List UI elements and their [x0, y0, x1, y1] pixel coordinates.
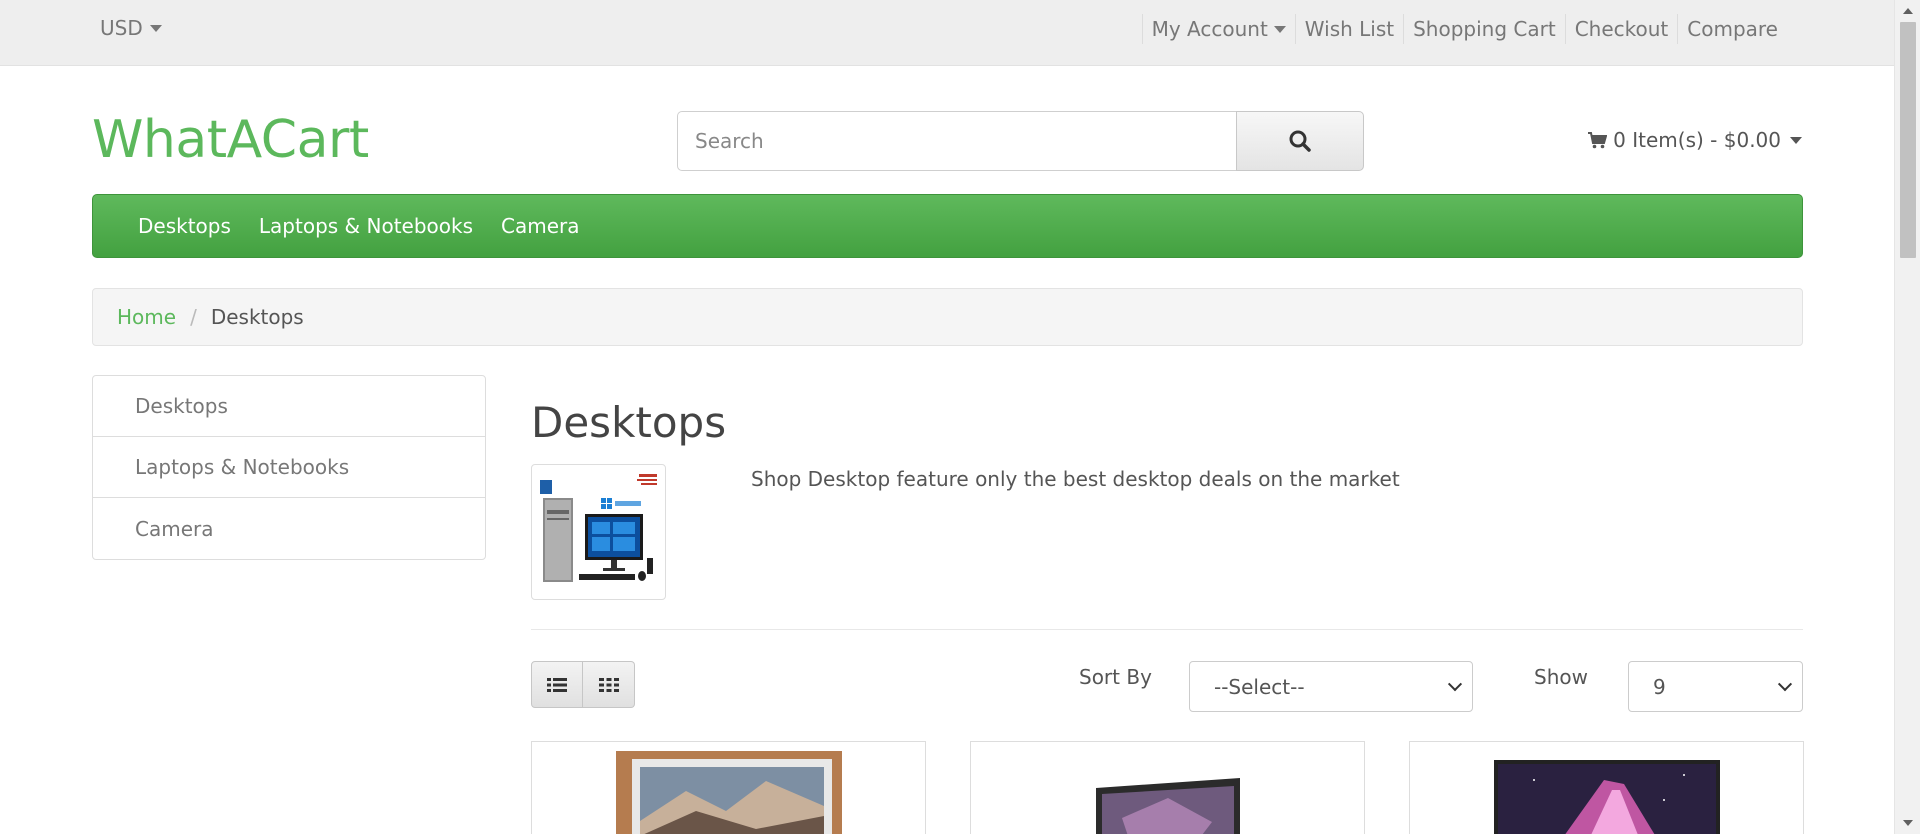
- show-label: Show: [1534, 665, 1588, 689]
- product-image: [615, 751, 842, 834]
- page-scrollbar[interactable]: [1894, 0, 1920, 834]
- menu-item-laptops-notebooks[interactable]: Laptops & Notebooks: [245, 204, 487, 248]
- cart-summary-label: 0 Item(s) - $0.00: [1613, 128, 1781, 152]
- menu-item-desktops[interactable]: Desktops: [124, 204, 245, 248]
- scroll-down-icon[interactable]: [1903, 820, 1913, 826]
- breadcrumb-home-link[interactable]: Home: [117, 305, 176, 329]
- product-card[interactable]: [531, 741, 926, 834]
- my-account-dropdown[interactable]: My Account: [1141, 14, 1295, 44]
- list-view-icon: [547, 677, 567, 692]
- show-limit-select[interactable]: 9: [1628, 661, 1803, 712]
- breadcrumb-separator: /: [190, 305, 197, 329]
- product-card[interactable]: [1409, 741, 1804, 834]
- sort-by-label: Sort By: [1079, 665, 1152, 689]
- page-title: Desktops: [531, 398, 727, 447]
- category-sidebar: Desktops Laptops & Notebooks Camera: [92, 375, 486, 560]
- desktop-bundle-image: [537, 470, 660, 594]
- sidebar-item-laptops-notebooks[interactable]: Laptops & Notebooks: [93, 437, 485, 498]
- product-image: [1095, 778, 1240, 834]
- scroll-thumb[interactable]: [1900, 22, 1916, 258]
- grid-view-icon: [598, 677, 619, 692]
- sidebar-item-desktops[interactable]: Desktops: [93, 376, 485, 437]
- site-logo[interactable]: WhatACart: [92, 110, 369, 170]
- menu-item-camera[interactable]: Camera: [487, 204, 594, 248]
- category-thumbnail[interactable]: [531, 464, 666, 600]
- caret-down-icon: [1790, 136, 1802, 144]
- cart-summary-button[interactable]: 0 Item(s) - $0.00: [1588, 128, 1802, 152]
- sort-by-select[interactable]: --Select--: [1189, 661, 1473, 712]
- search-bar: [677, 111, 1364, 171]
- sort-by-value: --Select--: [1214, 674, 1305, 699]
- breadcrumb-current[interactable]: Desktops: [211, 305, 304, 329]
- shopping-cart-link[interactable]: Shopping Cart: [1403, 14, 1565, 44]
- wish-list-link[interactable]: Wish List: [1294, 14, 1403, 44]
- search-icon: [1289, 130, 1311, 152]
- product-card[interactable]: [970, 741, 1365, 834]
- currency-label: USD: [100, 16, 143, 40]
- grid-view-button[interactable]: [583, 661, 635, 708]
- currency-dropdown[interactable]: USD: [100, 16, 162, 40]
- list-view-button[interactable]: [531, 661, 583, 708]
- sidebar-item-camera[interactable]: Camera: [93, 498, 485, 559]
- top-bar: USD My Account Wish List Shopping Cart C…: [0, 0, 1894, 66]
- search-input[interactable]: [677, 111, 1236, 171]
- shopping-cart-icon: [1588, 131, 1608, 148]
- caret-down-icon: [1273, 25, 1286, 33]
- top-links: My Account Wish List Shopping Cart Check…: [1141, 14, 1787, 44]
- caret-down-icon: [149, 24, 162, 32]
- product-image: [1493, 760, 1720, 834]
- view-toggle: [531, 661, 635, 708]
- show-limit-value: 9: [1653, 674, 1666, 699]
- category-description: Shop Desktop feature only the best deskt…: [751, 467, 1400, 491]
- scroll-up-icon[interactable]: [1903, 8, 1913, 14]
- main-menu: Desktops Laptops & Notebooks Camera: [92, 194, 1803, 258]
- breadcrumb: Home / Desktops: [92, 288, 1803, 346]
- compare-link[interactable]: Compare: [1677, 14, 1787, 44]
- content-divider: [531, 629, 1803, 630]
- chevron-down-icon: [1777, 676, 1793, 691]
- my-account-label: My Account: [1151, 17, 1268, 41]
- chevron-down-icon: [1447, 676, 1463, 691]
- checkout-link[interactable]: Checkout: [1564, 14, 1678, 44]
- search-button[interactable]: [1236, 111, 1364, 171]
